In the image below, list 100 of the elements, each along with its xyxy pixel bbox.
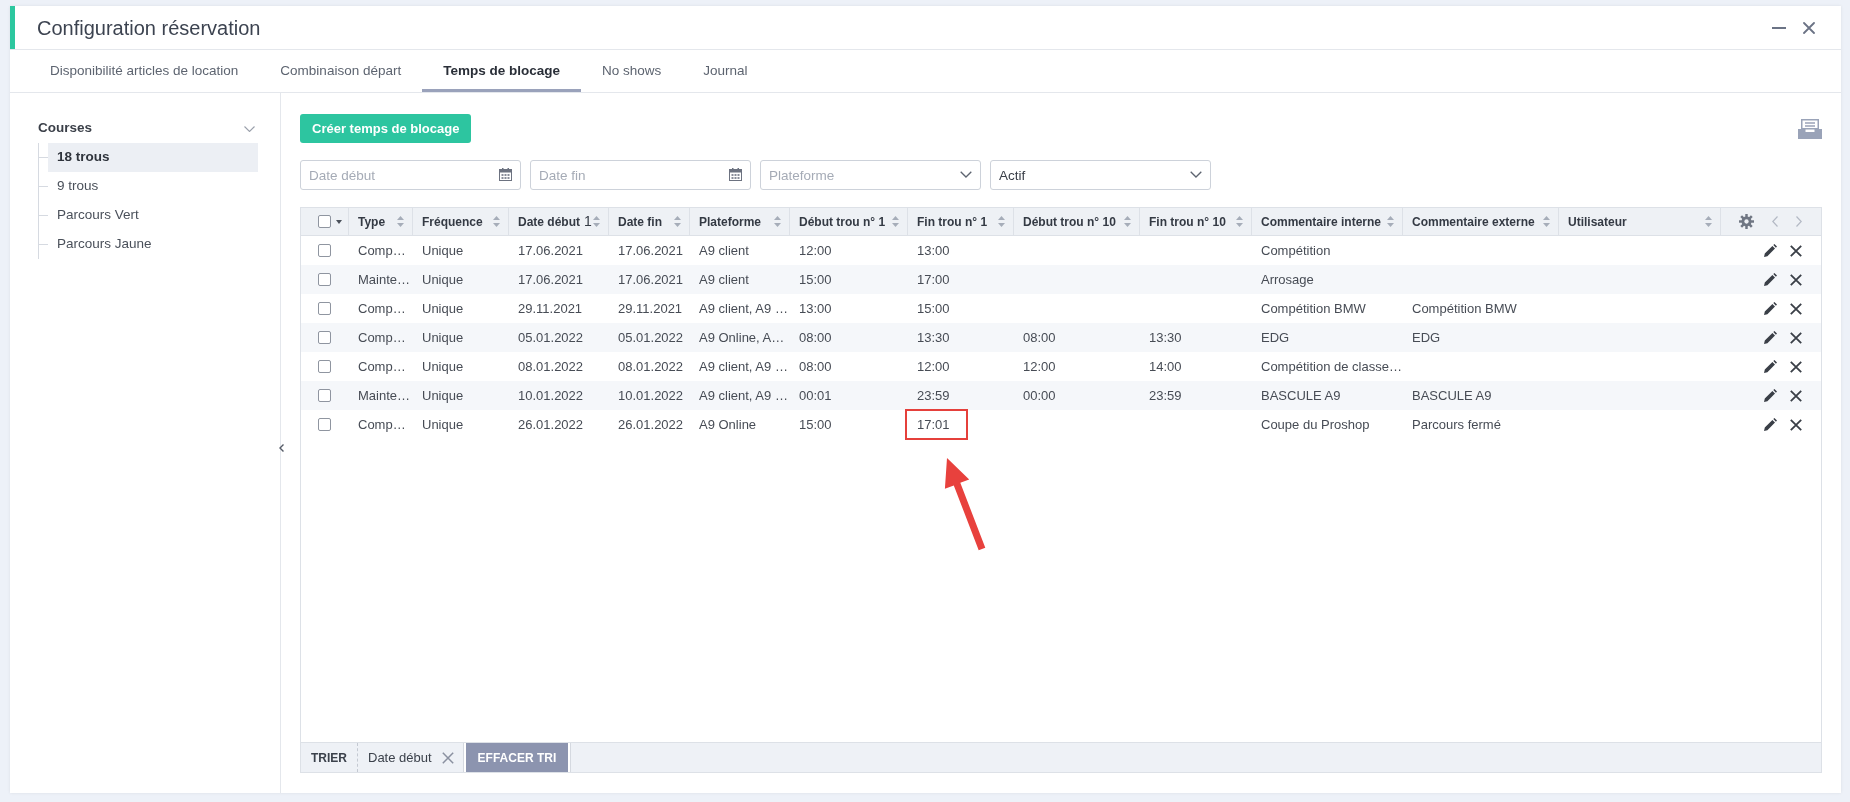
row-checkbox[interactable] xyxy=(318,360,331,373)
column-header[interactable]: Début trou n° 1 xyxy=(790,208,908,235)
table-cell-text: 12:00 xyxy=(1023,357,1056,376)
table-cell-text: 26.01.2022 xyxy=(618,415,684,434)
sort-priority: 1 xyxy=(584,212,592,231)
row-checkbox[interactable] xyxy=(318,244,331,257)
column-header[interactable]: Utilisateur xyxy=(1559,208,1721,235)
chevron-right-icon[interactable] xyxy=(1796,216,1802,227)
table-cell-text: BASCULE A9 xyxy=(1261,386,1341,405)
minimize-icon[interactable] xyxy=(1772,26,1786,29)
sort-icon[interactable] xyxy=(674,216,681,227)
tab[interactable]: Combinaison départ xyxy=(259,50,423,92)
row-checkbox[interactable] xyxy=(318,418,331,431)
table-cell-text: EDG xyxy=(1261,328,1290,347)
table-cell-text: Compétition BMW xyxy=(1412,299,1517,318)
sort-icon[interactable] xyxy=(1543,216,1550,227)
column-header[interactable]: Fréquence xyxy=(413,208,509,235)
pencil-icon[interactable] xyxy=(1764,389,1777,402)
table-cell-text: 00:00 xyxy=(1023,386,1056,405)
sort-icon[interactable] xyxy=(1236,216,1243,227)
table-cell-text: Unique xyxy=(422,386,464,405)
section-heading[interactable]: Courses xyxy=(38,118,93,139)
chevron-down-icon[interactable] xyxy=(960,171,972,178)
sort-icon[interactable] xyxy=(998,216,1005,227)
pencil-icon[interactable] xyxy=(1764,331,1777,344)
pencil-icon[interactable] xyxy=(1764,360,1777,373)
select-all-checkbox[interactable] xyxy=(318,215,331,228)
cross-icon[interactable] xyxy=(1790,360,1802,373)
pencil-icon[interactable] xyxy=(1764,418,1777,431)
date-field[interactable]: Date fin xyxy=(530,160,751,190)
close-icon[interactable] xyxy=(1803,21,1815,34)
row-checkbox[interactable] xyxy=(318,389,331,402)
table-cell-text: 15:00 xyxy=(799,415,832,434)
calendar-icon[interactable] xyxy=(499,168,512,181)
table-cell-text: Mainte… xyxy=(358,386,411,405)
sort-icon[interactable] xyxy=(774,216,781,227)
cross-icon[interactable] xyxy=(1790,273,1802,286)
tab[interactable]: Temps de blocage xyxy=(422,50,581,92)
sidebar-item[interactable]: Parcours Jaune xyxy=(48,230,258,259)
pencil-icon[interactable] xyxy=(1764,273,1777,286)
table-cell-text: 08.01.2022 xyxy=(618,357,684,376)
table-cell-text: 08:00 xyxy=(799,357,832,376)
sort-icon[interactable] xyxy=(493,216,500,227)
table-cell-text: 08.01.2022 xyxy=(518,357,584,376)
table-cell-text: 05.01.2022 xyxy=(618,328,684,347)
column-header[interactable]: Date début 1 xyxy=(509,208,609,235)
table-cell-text: 13:30 xyxy=(1149,328,1182,347)
select-field[interactable]: Actif xyxy=(990,160,1211,190)
column-header[interactable]: Type xyxy=(349,208,413,235)
cross-icon[interactable] xyxy=(1790,244,1802,257)
table-cell-text: A9 client xyxy=(699,270,749,289)
table-cell-text: 17.06.2021 xyxy=(518,270,584,289)
pencil-icon[interactable] xyxy=(1764,302,1777,315)
sort-icon[interactable] xyxy=(593,216,600,227)
tab[interactable]: Disponibilité articles de location xyxy=(29,50,260,92)
column-header[interactable]: Fin trou n° 10 xyxy=(1140,208,1252,235)
table-cell-text: 23:59 xyxy=(917,386,950,405)
row-checkbox[interactable] xyxy=(318,331,331,344)
chevron-icon[interactable] xyxy=(244,125,255,132)
column-header[interactable]: Début trou n° 10 xyxy=(1014,208,1140,235)
table-cell-text: A9 client xyxy=(699,241,749,260)
select-field[interactable]: Plateforme xyxy=(760,160,981,190)
cross-icon[interactable] xyxy=(1790,331,1802,344)
pencil-icon[interactable] xyxy=(1764,244,1777,257)
sidebar-item[interactable]: Parcours Vert xyxy=(48,201,258,230)
cross-icon[interactable] xyxy=(1790,389,1802,402)
table-cell-text: 12:00 xyxy=(917,357,950,376)
sort-icon[interactable] xyxy=(397,216,404,227)
sidebar-item[interactable]: 18 trous xyxy=(48,143,258,172)
table-cell-text: 14:00 xyxy=(1149,357,1182,376)
chevron-down-icon[interactable] xyxy=(1190,171,1202,178)
cross-icon[interactable] xyxy=(1790,302,1802,315)
column-header[interactable]: Commentaire interne xyxy=(1252,208,1403,235)
table-cell-text: Unique xyxy=(422,357,464,376)
column-header[interactable]: Plateforme xyxy=(690,208,790,235)
sort-icon[interactable] xyxy=(1124,216,1131,227)
tab[interactable]: Journal xyxy=(682,50,769,92)
cross-icon[interactable] xyxy=(1790,418,1802,431)
column-header[interactable]: Date fin xyxy=(609,208,690,235)
table-cell-text: 00:01 xyxy=(799,386,832,405)
table-cell-text: Unique xyxy=(422,415,464,434)
column-header[interactable]: Fin trou n° 1 xyxy=(908,208,1014,235)
table-cell-text: 10.01.2022 xyxy=(618,386,684,405)
caret-icon[interactable] xyxy=(336,219,342,224)
column-header[interactable]: Commentaire externe xyxy=(1403,208,1559,235)
tab[interactable]: No shows xyxy=(580,50,683,92)
sidebar-item[interactable]: 9 trous xyxy=(48,172,258,201)
tray-icon[interactable] xyxy=(1798,118,1822,139)
calendar-icon[interactable] xyxy=(729,168,742,181)
sort-chip[interactable]: Date début xyxy=(358,743,464,772)
row-checkbox[interactable] xyxy=(318,302,331,315)
sort-icon[interactable] xyxy=(1705,216,1712,227)
chevron-left-icon[interactable] xyxy=(279,444,284,452)
row-checkbox[interactable] xyxy=(318,273,331,286)
date-field[interactable]: Date début xyxy=(300,160,521,190)
sort-icon[interactable] xyxy=(1387,216,1394,227)
table-cell-text: Comp… xyxy=(358,415,406,434)
settings-icon[interactable] xyxy=(1739,214,1754,229)
table-cell-text: 08:00 xyxy=(1023,328,1056,347)
sort-icon[interactable] xyxy=(892,216,899,227)
